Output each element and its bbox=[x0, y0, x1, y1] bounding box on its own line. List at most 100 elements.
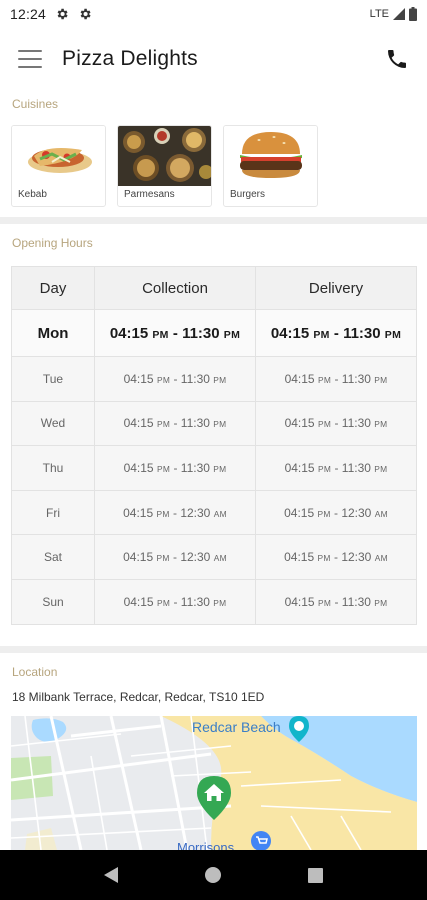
time-value: 12:30 bbox=[180, 550, 211, 565]
time-ampm: PM bbox=[156, 419, 171, 430]
time-ampm: PM bbox=[156, 508, 170, 519]
time-ampm: PM bbox=[384, 328, 402, 341]
time-ampm: PM bbox=[317, 508, 331, 519]
time-value: 04:15 bbox=[284, 460, 315, 475]
time-separator: - bbox=[170, 460, 181, 475]
shopping-cart-pin-icon[interactable] bbox=[250, 830, 272, 850]
time-ampm: PM bbox=[317, 463, 332, 474]
hours-delivery-cell: 04:15 PM - 11:30 PM bbox=[255, 445, 417, 491]
time-separator: - bbox=[330, 550, 342, 565]
section-divider bbox=[0, 217, 427, 224]
hours-row-tue: Tue 04:15 PM - 11:30 PM 04:15 PM - 11:30 P… bbox=[11, 356, 417, 402]
time-separator: - bbox=[331, 416, 342, 431]
cuisine-label-kebab: Kebab bbox=[18, 189, 47, 200]
time-separator: - bbox=[170, 371, 181, 386]
time-value: 11:30 bbox=[180, 371, 210, 386]
time-value: 04:15 bbox=[123, 460, 154, 475]
opening-hours-section-label: Opening Hours bbox=[12, 236, 93, 250]
hours-collection-cell: 04:15 PM - 12:30 AM bbox=[94, 534, 256, 580]
phone-icon[interactable] bbox=[385, 47, 409, 71]
app-bar: Pizza Delights bbox=[0, 30, 427, 88]
hours-collection-cell: 04:15 PM - 11:30 PM bbox=[94, 356, 256, 402]
time-value: 04:15 bbox=[270, 324, 310, 342]
burger-image bbox=[224, 126, 317, 186]
time-ampm: AM bbox=[374, 553, 388, 564]
time-ampm: PM bbox=[213, 374, 227, 385]
network-type: LTE bbox=[369, 8, 389, 20]
hours-delivery-cell: 04:15 PM - 11:30 PM bbox=[255, 400, 417, 447]
page-title: Pizza Delights bbox=[62, 47, 198, 70]
hours-row-fri: Fri 04:15 PM - 12:30 AM 04:15 PM - 12:30 A… bbox=[11, 489, 417, 536]
time-value: 04:15 bbox=[123, 371, 154, 386]
cuisine-card-parmesans[interactable]: Parmesans bbox=[117, 125, 212, 207]
time-ampm: PM bbox=[156, 463, 171, 474]
time-separator: - bbox=[329, 324, 344, 342]
time-ampm: PM bbox=[156, 597, 171, 608]
time-separator: - bbox=[331, 371, 342, 386]
time-value: 04:15 bbox=[123, 594, 154, 609]
home-pin-icon[interactable] bbox=[197, 776, 231, 820]
time-separator: - bbox=[330, 505, 342, 520]
column-header-delivery: Delivery bbox=[255, 266, 417, 310]
time-value: 11:30 bbox=[180, 594, 210, 609]
system-nav-bar bbox=[0, 850, 427, 900]
time-ampm: PM bbox=[317, 419, 332, 430]
hours-collection-cell: 04:15 PM - 11:30 PM bbox=[94, 578, 256, 625]
hours-day-cell: Fri bbox=[11, 489, 95, 536]
hours-collection-cell: 04:15 PM - 11:30 PM bbox=[94, 309, 256, 357]
cuisine-card-kebab[interactable]: Kebab bbox=[11, 125, 106, 207]
time-value: 04:15 bbox=[284, 594, 315, 609]
table-header-row: Day Collection Delivery bbox=[11, 266, 417, 310]
cuisine-card-burgers[interactable]: Burgers bbox=[223, 125, 318, 207]
section-divider bbox=[0, 646, 427, 653]
time-value: 12:30 bbox=[341, 550, 372, 565]
hamburger-menu-icon[interactable] bbox=[18, 50, 42, 68]
beach-pin-icon[interactable] bbox=[289, 716, 309, 742]
time-ampm: PM bbox=[213, 597, 227, 608]
settings-gear-icon bbox=[80, 8, 91, 20]
time-ampm: PM bbox=[317, 374, 332, 385]
location-map[interactable]: Redcar Beach Morrisons bbox=[11, 716, 417, 850]
hours-day-cell: Sun bbox=[11, 578, 95, 625]
recents-icon[interactable] bbox=[308, 867, 324, 883]
map-label-redcar-beach: Redcar Beach bbox=[192, 719, 281, 735]
time-value: 04:15 bbox=[123, 550, 154, 565]
time-separator: - bbox=[331, 594, 342, 609]
time-value: 11:30 bbox=[343, 324, 381, 342]
time-ampm: PM bbox=[213, 419, 227, 430]
time-ampm: PM bbox=[317, 553, 331, 564]
hours-day-cell: Tue bbox=[11, 356, 95, 402]
hours-collection-cell: 04:15 PM - 11:30 PM bbox=[94, 445, 256, 491]
hours-day-cell: Wed bbox=[11, 400, 95, 447]
time-ampm: AM bbox=[213, 508, 227, 519]
home-icon[interactable] bbox=[204, 867, 221, 883]
time-separator: - bbox=[168, 324, 183, 342]
hours-row-mon: Mon 04:15 PM - 11:30 PM 04:15 PM - 11:30 P… bbox=[11, 309, 417, 357]
hours-day-cell: Sat bbox=[11, 534, 95, 580]
back-icon[interactable] bbox=[103, 867, 118, 883]
hours-delivery-cell: 04:15 PM - 11:30 PM bbox=[255, 309, 417, 357]
cuisines-list: Kebab Parmesans Burgers bbox=[11, 125, 318, 207]
time-ampm: PM bbox=[374, 463, 388, 474]
hours-row-thu: Thu 04:15 PM - 11:30 PM 04:15 PM - 11:30 P… bbox=[11, 445, 417, 491]
time-separator: - bbox=[169, 550, 181, 565]
time-ampm: PM bbox=[156, 374, 171, 385]
cuisine-label-parmesans: Parmesans bbox=[124, 189, 175, 200]
time-separator: - bbox=[331, 460, 342, 475]
time-value: 04:15 bbox=[109, 324, 149, 342]
hours-delivery-cell: 04:15 PM - 11:30 PM bbox=[255, 578, 417, 625]
hours-delivery-cell: 04:15 PM - 12:30 AM bbox=[255, 489, 417, 536]
hours-row-sat: Sat 04:15 PM - 12:30 AM 04:15 PM - 12:30 A… bbox=[11, 534, 417, 580]
hours-row-sun: Sun 04:15 PM - 11:30 PM 04:15 PM - 11:30 P… bbox=[11, 578, 417, 625]
location-section-label: Location bbox=[12, 665, 58, 679]
time-ampm: PM bbox=[313, 328, 330, 341]
time-value: 11:30 bbox=[341, 371, 371, 386]
time-value: 04:15 bbox=[284, 550, 315, 565]
cuisines-section-label: Cuisines bbox=[12, 97, 59, 111]
opening-hours-table: Day Collection Delivery Mon 04:15 PM - 11… bbox=[11, 266, 417, 625]
time-ampm: PM bbox=[374, 374, 388, 385]
time-value: 11:30 bbox=[341, 594, 371, 609]
time-ampm: PM bbox=[152, 328, 169, 341]
time-value: 04:15 bbox=[123, 505, 154, 520]
time-ampm: PM bbox=[213, 463, 227, 474]
